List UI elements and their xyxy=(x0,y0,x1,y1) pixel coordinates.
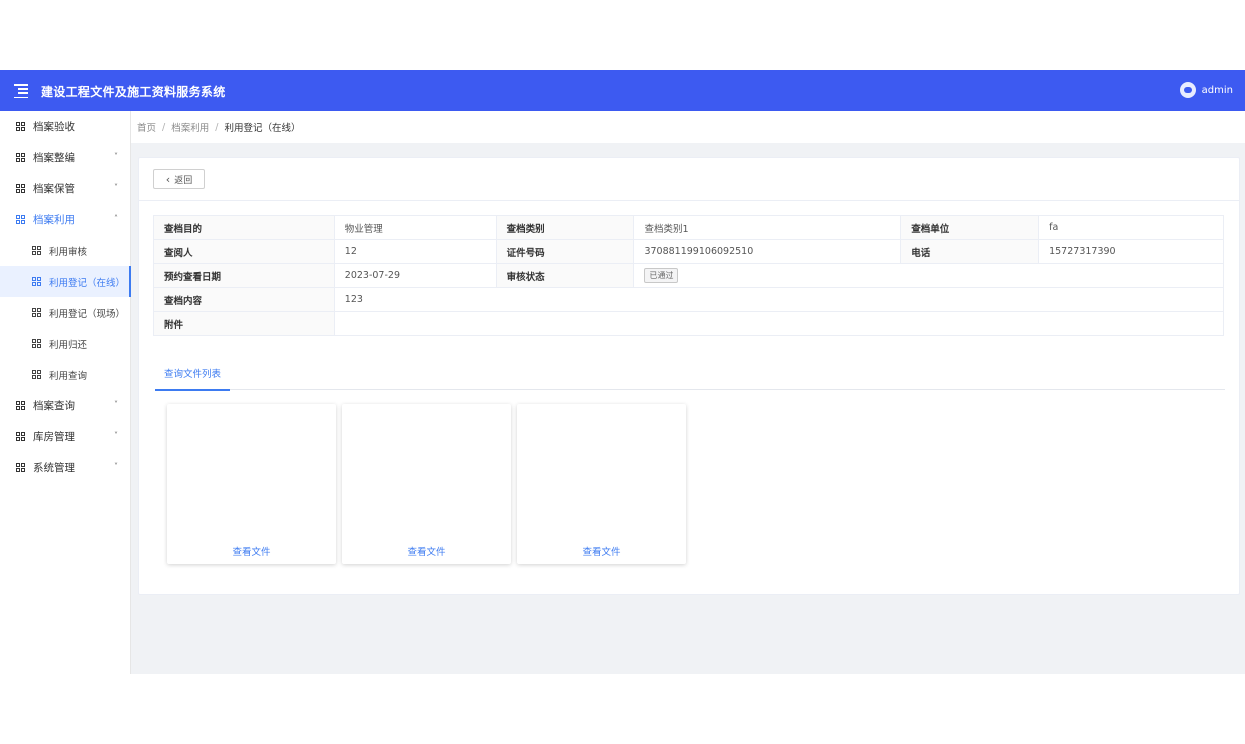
field-value: 查档类别1 xyxy=(633,215,902,240)
divider xyxy=(139,200,1239,201)
grid-icon xyxy=(16,184,25,193)
field-value: 370881199106092510 xyxy=(633,239,902,264)
breadcrumb-archive-utilization[interactable]: 档案利用 xyxy=(171,120,209,134)
sidebar-item-label: 档案利用 xyxy=(33,214,75,226)
tab-file-list[interactable]: 查询文件列表 xyxy=(155,367,230,391)
grid-icon xyxy=(32,370,41,379)
sidebar-item-archive-storage[interactable]: 档案保管 ˅ xyxy=(0,173,130,204)
grid-icon xyxy=(32,277,41,286)
chevron-up-icon: ˄ xyxy=(114,214,118,223)
field-label: 查阅人 xyxy=(153,239,335,264)
detail-table: 查档目的 物业管理 查档类别 查档类别1 查档单位 fa 查阅人 12 证件号码… xyxy=(153,215,1225,336)
table-row: 查档内容 123 xyxy=(153,287,1225,312)
file-card: 查看文件 xyxy=(167,404,336,564)
field-value: 物业管理 xyxy=(333,215,497,240)
sidebar-item-archive-query[interactable]: 档案查询 ˅ xyxy=(0,390,130,421)
sidebar-item-label: 利用归还 xyxy=(49,339,88,351)
breadcrumb-current: 利用登记（在线） xyxy=(224,123,301,134)
chevron-down-icon: ˅ xyxy=(114,152,118,161)
app-window: 建设工程文件及施工资料服务系统 admin 档案验收 档案整编 ˅ 档案保管 ˅… xyxy=(0,70,1245,674)
grid-icon xyxy=(32,308,41,317)
field-label: 查档目的 xyxy=(153,215,335,240)
field-label: 电话 xyxy=(900,239,1040,264)
sidebar-item-label: 档案保管 xyxy=(33,183,75,195)
grid-icon xyxy=(16,153,25,162)
field-label: 审核状态 xyxy=(495,263,635,288)
field-label: 预约查看日期 xyxy=(153,263,335,288)
status-badge: 已通过 xyxy=(644,268,679,283)
view-file-link[interactable]: 查看文件 xyxy=(342,544,511,558)
field-value: 123 xyxy=(333,287,1225,312)
sidebar-item-utilization-review[interactable]: 利用审核 xyxy=(0,235,130,266)
view-file-link[interactable]: 查看文件 xyxy=(167,544,336,558)
sidebar-item-archive-compilation[interactable]: 档案整编 ˅ xyxy=(0,142,130,173)
sidebar-item-label: 利用登记（现场） xyxy=(49,308,126,320)
chevron-down-icon: ˅ xyxy=(114,462,118,471)
sidebar-item-label: 利用登记（在线） xyxy=(49,277,126,289)
menu-fold-icon[interactable] xyxy=(14,84,28,99)
main-content: 首页 / 档案利用 / 利用登记（在线） ‹ 返回 查档目的 物业管理 查档类别 xyxy=(131,111,1245,674)
breadcrumb-separator: / xyxy=(215,121,219,133)
field-label: 查档类别 xyxy=(495,215,635,240)
grid-icon xyxy=(16,432,25,441)
username: admin xyxy=(1201,84,1233,96)
back-button[interactable]: ‹ 返回 xyxy=(153,169,205,189)
file-card: 查看文件 xyxy=(517,404,686,564)
grid-icon xyxy=(32,339,41,348)
chevron-down-icon: ˅ xyxy=(114,431,118,440)
sidebar-item-label: 档案整编 xyxy=(33,152,75,164)
top-bar: 建设工程文件及施工资料服务系统 admin xyxy=(0,70,1245,111)
sidebar: 档案验收 档案整编 ˅ 档案保管 ˅ 档案利用 ˄ 利用审核 利用登记（在线） … xyxy=(0,111,131,674)
field-value: 12 xyxy=(333,239,497,264)
sidebar-item-utilization-register-onsite[interactable]: 利用登记（现场） xyxy=(0,297,130,328)
table-row: 查阅人 12 证件号码 370881199106092510 电话 157273… xyxy=(153,239,1224,264)
grid-icon xyxy=(16,122,25,131)
user-menu[interactable]: admin xyxy=(1179,82,1233,98)
breadcrumb-home[interactable]: 首页 xyxy=(137,120,156,134)
sidebar-item-warehouse-management[interactable]: 库房管理 ˅ xyxy=(0,421,130,452)
grid-icon xyxy=(32,246,41,255)
field-label: 证件号码 xyxy=(495,239,635,264)
table-row: 查档目的 物业管理 查档类别 查档类别1 查档单位 fa xyxy=(153,215,1224,240)
sidebar-item-label: 利用查询 xyxy=(49,370,88,382)
breadcrumb-separator: / xyxy=(162,121,166,133)
field-value: 已通过 xyxy=(633,263,1224,288)
chevron-left-icon: ‹ xyxy=(165,172,171,186)
field-value xyxy=(333,311,1225,336)
grid-icon xyxy=(16,215,25,224)
sidebar-item-utilization-return[interactable]: 利用归还 xyxy=(0,328,130,359)
sidebar-item-utilization-register-online[interactable]: 利用登记（在线） xyxy=(0,266,131,297)
app-title: 建设工程文件及施工资料服务系统 xyxy=(41,85,226,99)
sidebar-item-archive-acceptance[interactable]: 档案验收 xyxy=(0,111,130,142)
table-row: 预约查看日期 2023-07-29 审核状态 已通过 xyxy=(153,263,1224,288)
field-label: 附件 xyxy=(153,311,335,336)
field-label: 查档内容 xyxy=(153,287,335,312)
sidebar-item-utilization-query[interactable]: 利用查询 xyxy=(0,359,130,390)
field-value: 15727317390 xyxy=(1038,239,1224,264)
grid-icon xyxy=(16,401,25,410)
chevron-down-icon: ˅ xyxy=(114,400,118,409)
grid-icon xyxy=(16,463,25,472)
tab-bar: 查询文件列表 xyxy=(155,367,1225,391)
detail-card: ‹ 返回 查档目的 物业管理 查档类别 查档类别1 查档单位 fa 查阅人 12… xyxy=(138,157,1240,595)
field-label: 查档单位 xyxy=(900,215,1040,240)
table-row: 附件 xyxy=(153,311,1225,336)
sidebar-item-label: 档案验收 xyxy=(33,121,75,133)
chevron-down-icon: ˅ xyxy=(114,183,118,192)
sidebar-item-system-management[interactable]: 系统管理 ˅ xyxy=(0,452,130,483)
field-value: 2023-07-29 xyxy=(333,263,497,288)
field-value: fa xyxy=(1038,215,1224,240)
sidebar-item-archive-utilization[interactable]: 档案利用 ˄ xyxy=(0,204,130,235)
back-button-label: 返回 xyxy=(174,175,193,186)
view-file-link[interactable]: 查看文件 xyxy=(517,544,686,558)
sidebar-item-label: 系统管理 xyxy=(33,462,75,474)
avatar xyxy=(1179,82,1196,98)
sidebar-item-label: 档案查询 xyxy=(33,400,75,412)
sidebar-item-label: 库房管理 xyxy=(33,431,75,443)
file-card: 查看文件 xyxy=(342,404,511,564)
breadcrumb: 首页 / 档案利用 / 利用登记（在线） xyxy=(131,111,1245,143)
sidebar-item-label: 利用审核 xyxy=(49,246,88,258)
